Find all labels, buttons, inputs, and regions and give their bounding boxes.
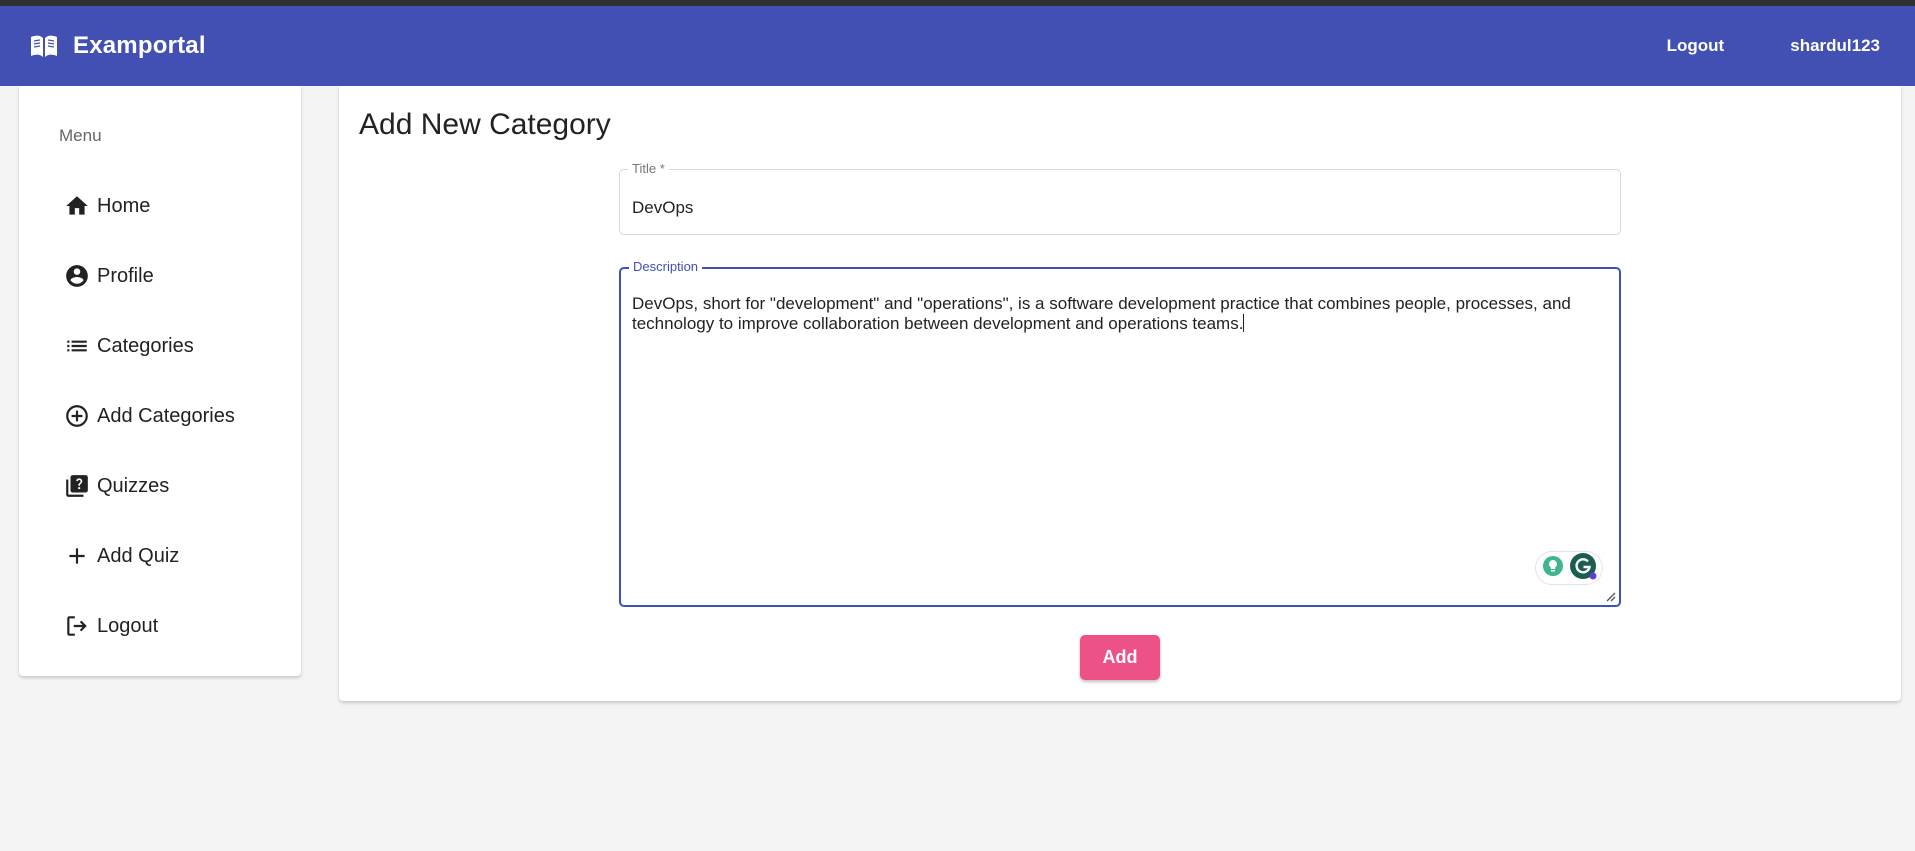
home-icon <box>63 192 91 220</box>
sidebar-item-label: Logout <box>97 614 159 637</box>
top-navbar: Examportal Logout shardul123 <box>0 6 1915 86</box>
resize-handle-icon[interactable] <box>1603 589 1617 603</box>
sidebar-item-home[interactable]: Home <box>19 171 301 241</box>
grammarly-widget[interactable] <box>1535 551 1603 585</box>
account-circle-icon <box>63 262 91 290</box>
sidebar: Menu Home Profile Categories Add Categor… <box>19 86 301 676</box>
description-field[interactable]: Description DevOps, short for "developme… <box>619 259 1621 607</box>
sidebar-item-label: Add Categories <box>97 404 235 427</box>
sidebar-item-label: Quizzes <box>97 474 170 497</box>
sidebar-item-profile[interactable]: Profile <box>19 241 301 311</box>
sidebar-item-add-categories[interactable]: Add Categories <box>19 381 301 451</box>
menu-header: Menu <box>59 126 102 145</box>
app-title: Examportal <box>73 32 206 59</box>
sidebar-item-categories[interactable]: Categories <box>19 311 301 381</box>
add-button[interactable]: Add <box>1080 635 1160 680</box>
sidebar-item-label: Profile <box>97 264 154 287</box>
logout-icon <box>63 612 91 640</box>
brand[interactable]: Examportal <box>29 32 206 60</box>
menu-list: Home Profile Categories Add Categories Q… <box>19 171 301 661</box>
title-field[interactable]: Title * DevOps <box>619 161 1621 235</box>
text-caret <box>1243 314 1245 332</box>
sidebar-item-quizzes[interactable]: Quizzes <box>19 451 301 521</box>
page-title: Add New Category <box>359 108 611 141</box>
book-icon <box>29 32 61 60</box>
lightbulb-icon[interactable] <box>1542 555 1564 582</box>
add-category-card: Add New Category Title * DevOps Descript… <box>339 86 1901 701</box>
sidebar-item-logout[interactable]: Logout <box>19 591 301 661</box>
sidebar-item-add-quiz[interactable]: Add Quiz <box>19 521 301 591</box>
navbar-logout-button[interactable]: Logout <box>1655 28 1737 64</box>
description-text: DevOps, short for "development" and "ope… <box>632 294 1571 333</box>
add-circle-icon <box>63 402 91 430</box>
description-textarea[interactable]: DevOps, short for "development" and "ope… <box>632 294 1602 334</box>
title-input-value[interactable]: DevOps <box>632 198 693 218</box>
list-icon <box>63 332 91 360</box>
navbar-username-button[interactable]: shardul123 <box>1778 28 1892 64</box>
sidebar-item-label: Home <box>97 194 151 217</box>
grammarly-icon[interactable] <box>1569 552 1597 585</box>
sidebar-item-label: Categories <box>97 334 194 357</box>
plus-icon <box>63 542 91 570</box>
title-field-label: Title * <box>628 161 669 177</box>
quiz-icon <box>63 472 91 500</box>
sidebar-item-label: Add Quiz <box>97 544 180 567</box>
description-field-label: Description <box>629 259 703 275</box>
